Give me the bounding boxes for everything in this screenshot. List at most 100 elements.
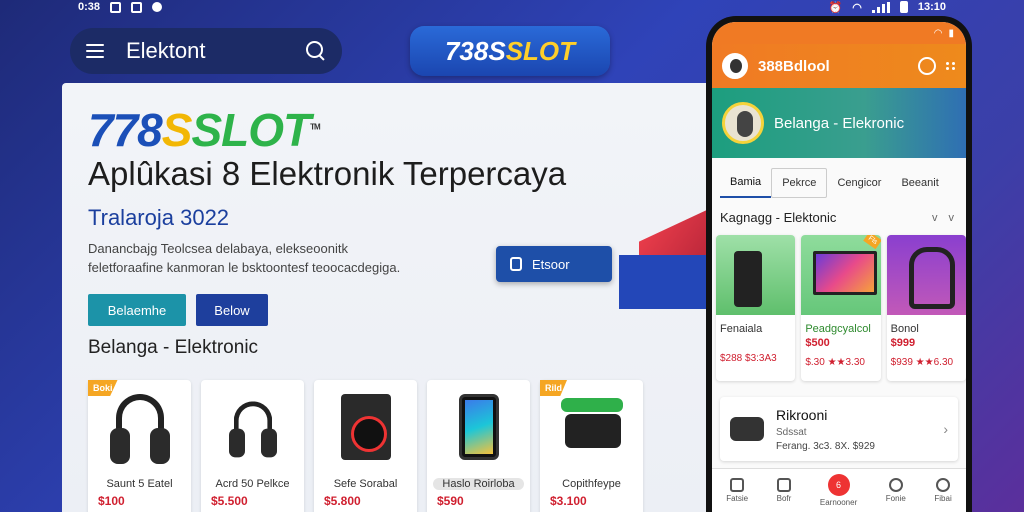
headphones-image	[109, 394, 170, 468]
bottom-nav: Fatsie Bofr 6 Earnooner Fonie Fibai	[712, 468, 966, 512]
product-name: Haslo Roirloba	[433, 478, 524, 490]
product-price: $288 $3:3A3	[720, 353, 777, 364]
home-icon	[730, 478, 745, 492]
search-icon	[888, 478, 903, 492]
product-name: Peadgcyalcol	[805, 323, 871, 335]
main-card: 778SSLOTTM Aplûkasi 8 Elektronik Terperc…	[62, 83, 714, 512]
record-icon	[152, 2, 163, 12]
avatar[interactable]	[722, 53, 748, 79]
search-icon[interactable]	[306, 41, 326, 61]
chevron-right-icon[interactable]: ›	[943, 421, 948, 437]
brand-highlight: SLOT	[505, 35, 576, 66]
tab-3[interactable]: Cengicor	[827, 168, 891, 198]
list-item[interactable]: Rikrooni Sdssat Ferang. 3c3. 8X. $929 ›	[720, 397, 958, 461]
product-rating: $939 ★★6.30	[890, 357, 954, 368]
product-name: Fenaiala	[720, 323, 763, 335]
list-item-detail: Ferang. 3c3. 8X. $929	[776, 440, 875, 452]
page-subhead: Tralaroja 3022	[88, 205, 230, 230]
product-card[interactable]: Boki Saunt 5 Eatel $100	[88, 380, 191, 512]
product-price: $5.500	[211, 494, 248, 508]
nav-home[interactable]: Fatsie	[726, 478, 748, 503]
phone-app-bar: 388Bdlool	[712, 44, 966, 88]
hamburger-menu-icon[interactable]	[86, 44, 104, 58]
notification-icon	[110, 1, 122, 13]
app-title: 388Bdlool	[758, 57, 830, 75]
wifi-icon: ◠	[852, 1, 862, 14]
tab-1[interactable]: Bamia	[720, 168, 772, 198]
section-title: Belanga - Elektronic	[88, 337, 259, 358]
speaker-image	[716, 235, 796, 315]
alarm-icon: ⏰	[828, 1, 843, 14]
more-icon[interactable]	[946, 62, 956, 70]
phone-product-card[interactable]: Fenaiala $288 $3:3A3	[716, 235, 796, 381]
phone-tabs: Bamia Pekrce Cengicor Beeanit	[720, 168, 958, 198]
product-price: $3.100	[550, 494, 587, 508]
product-name: Acrd 50 Pelkce	[215, 478, 290, 490]
smartphone-image	[458, 394, 499, 460]
list-item-title: Rikrooni	[776, 406, 828, 423]
product-price: $5.800	[324, 494, 361, 508]
product-price: $500	[805, 337, 830, 349]
battery-icon	[899, 1, 908, 13]
washing-machine-image	[340, 394, 391, 460]
tab-4[interactable]: Beeanit	[891, 168, 948, 198]
phone-product-card[interactable]: Bonol $999 $939 ★★6.30	[886, 235, 966, 381]
phone-product-card[interactable]: Fls Peadgcyalcol $500 $.30 ★★3.30	[801, 235, 881, 381]
product-price: $100	[98, 494, 125, 508]
product-name: Copithfeype	[562, 478, 621, 490]
hero-title: Belanga - Elekronic	[774, 114, 905, 132]
wifi-icon: ◠	[933, 27, 943, 39]
search-label: Elektont	[126, 38, 206, 63]
laptop-image	[801, 235, 881, 315]
product-card[interactable]: Rild Copithfeype $3.100	[540, 380, 643, 512]
search-icon[interactable]	[918, 57, 936, 75]
signal-icon	[871, 1, 890, 13]
phone-product-row: Fenaiala $288 $3:3A3 Fls Peadgcyalcol $5…	[716, 235, 966, 381]
category-title: Kagnagg - Elektonic	[720, 210, 837, 225]
profile-avatar[interactable]	[722, 102, 764, 144]
nav-tab[interactable]: Bofr	[776, 478, 791, 503]
top-search-bar[interactable]: Elektont	[70, 28, 342, 74]
decorative-shape	[619, 204, 714, 315]
nav-center[interactable]: 6 Earnooner	[820, 474, 857, 507]
primary-button[interactable]: Belaemhe	[88, 294, 186, 326]
brand-button[interactable]: 738S SLOT	[410, 26, 610, 76]
brand-prefix: 738S	[444, 35, 506, 66]
status-bar-right: ⏰ ◠ 13:10	[829, 0, 946, 14]
tab-icon	[776, 478, 791, 492]
battery-icon: ▮	[948, 27, 954, 39]
product-name: Saunt 5 Eatel	[106, 478, 173, 490]
product-row: Boki Saunt 5 Eatel $100 Acrd 50 Pelkce $…	[88, 380, 643, 512]
secondary-button[interactable]: Below	[196, 294, 268, 326]
profile-hero: Belanga - Elekronic	[712, 88, 966, 158]
product-price: $999	[890, 337, 916, 349]
product-card[interactable]: Sefe Sorabal $5.800	[314, 380, 417, 512]
page-description: Danancbajg Teolcsea delabaya, elekseooni…	[88, 241, 401, 275]
floating-action-button[interactable]: Etsoor	[496, 246, 612, 282]
category-header: Kagnagg - Elektonic v v	[720, 210, 958, 225]
status-time-right: 13:10	[917, 1, 946, 13]
brand-logo: 778SSLOTTM	[88, 104, 321, 156]
camera-icon	[730, 417, 764, 441]
phone-screen: ◠ ▮ 388Bdlool Belanga - Elekronic Bamia …	[712, 22, 966, 512]
product-name: Bonol	[890, 323, 919, 335]
camera-image	[557, 394, 627, 454]
status-bar-left: 0:38	[78, 0, 163, 14]
phone-mockup: ◠ ▮ 388Bdlool Belanga - Elekronic Bamia …	[706, 16, 972, 512]
floating-button-label: Etsoor	[532, 256, 570, 272]
status-time: 0:38	[78, 1, 101, 13]
nav-search[interactable]: Fonie	[886, 478, 906, 503]
product-name: Sefe Sorabal	[333, 478, 398, 490]
product-rating: $.30 ★★3.30	[805, 357, 865, 368]
device-icon	[510, 257, 522, 271]
product-price: $590	[437, 494, 464, 508]
nav-profile[interactable]: Fibai	[934, 478, 952, 503]
page-headline: Aplûkasi 8 Elektronik Terpercaya	[88, 155, 567, 192]
tab-2[interactable]: Pekrce	[771, 168, 828, 198]
product-card[interactable]: Haslo Roirloba $590	[427, 380, 530, 512]
profile-icon	[936, 478, 951, 492]
chevron-down-icon[interactable]: v v	[932, 212, 958, 224]
headphones-image	[886, 235, 966, 315]
product-card[interactable]: Acrd 50 Pelkce $5.500	[201, 380, 304, 512]
notification-badge: 6	[827, 474, 850, 496]
